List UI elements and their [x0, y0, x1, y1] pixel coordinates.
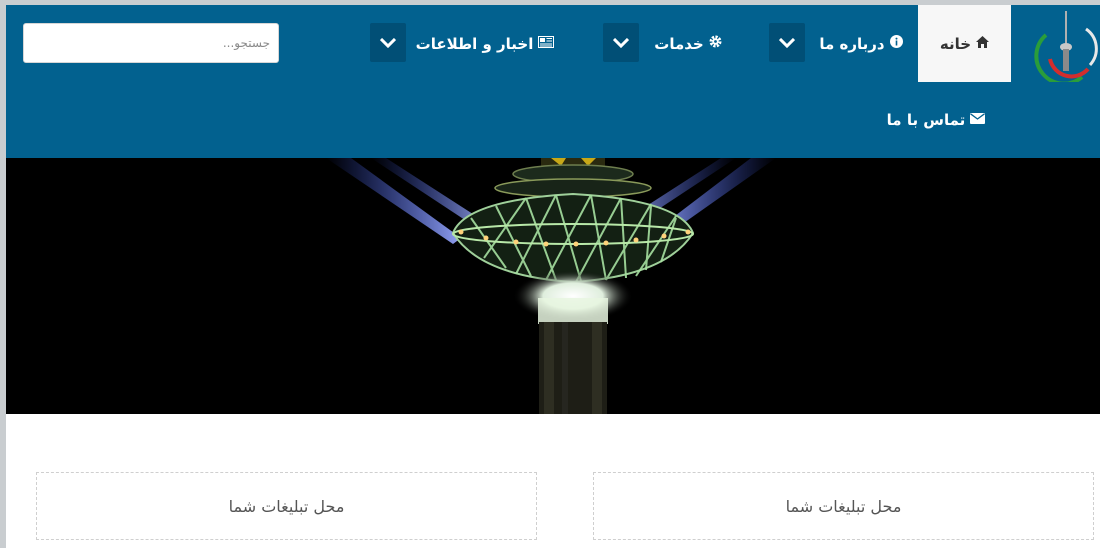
- nav-item-contact[interactable]: تماس با ما: [874, 82, 998, 158]
- chevron-down-icon: [613, 37, 629, 48]
- ad-placeholder-label: محل تبلیغات شما: [228, 496, 345, 516]
- nav-item-services[interactable]: خدمات: [646, 5, 730, 82]
- search-input[interactable]: [23, 23, 279, 63]
- ad-placeholder-right[interactable]: محل تبلیغات شما: [593, 472, 1094, 540]
- hero-banner-image: [6, 158, 1100, 414]
- chevron-down-icon: [779, 37, 795, 48]
- site-logo[interactable]: [1032, 7, 1100, 86]
- home-icon: [976, 35, 990, 52]
- ad-placeholder-label: محل تبلیغات شما: [785, 496, 902, 516]
- nav-item-label: تماس با ما: [886, 111, 966, 129]
- envelope-icon: [970, 112, 986, 128]
- newspaper-icon: [538, 35, 555, 52]
- nav-item-news[interactable]: اخبار و اطلاعات: [410, 5, 560, 82]
- nav-item-label: خانه: [939, 34, 972, 53]
- page: خانه درباره ما خدمات اخبار و اطلاعات تما…: [6, 5, 1100, 548]
- chevron-down-icon: [380, 37, 396, 48]
- news-dropdown-toggle[interactable]: [370, 23, 406, 62]
- nav-item-label: خدمات: [654, 34, 704, 53]
- navbar: خانه درباره ما خدمات اخبار و اطلاعات تما…: [6, 5, 1100, 158]
- milad-tower-illustration: [6, 158, 1100, 414]
- nav-item-about[interactable]: درباره ما: [814, 5, 908, 82]
- gear-icon: [709, 35, 722, 52]
- about-dropdown-toggle[interactable]: [769, 23, 805, 62]
- services-dropdown-toggle[interactable]: [603, 23, 639, 62]
- info-icon: [889, 35, 903, 52]
- nav-item-home[interactable]: خانه: [918, 5, 1011, 82]
- nav-item-label: درباره ما: [819, 34, 885, 53]
- logo-icon: [1034, 11, 1098, 86]
- ad-placeholder-left[interactable]: محل تبلیغات شما: [36, 472, 537, 540]
- nav-item-label: اخبار و اطلاعات: [415, 34, 534, 53]
